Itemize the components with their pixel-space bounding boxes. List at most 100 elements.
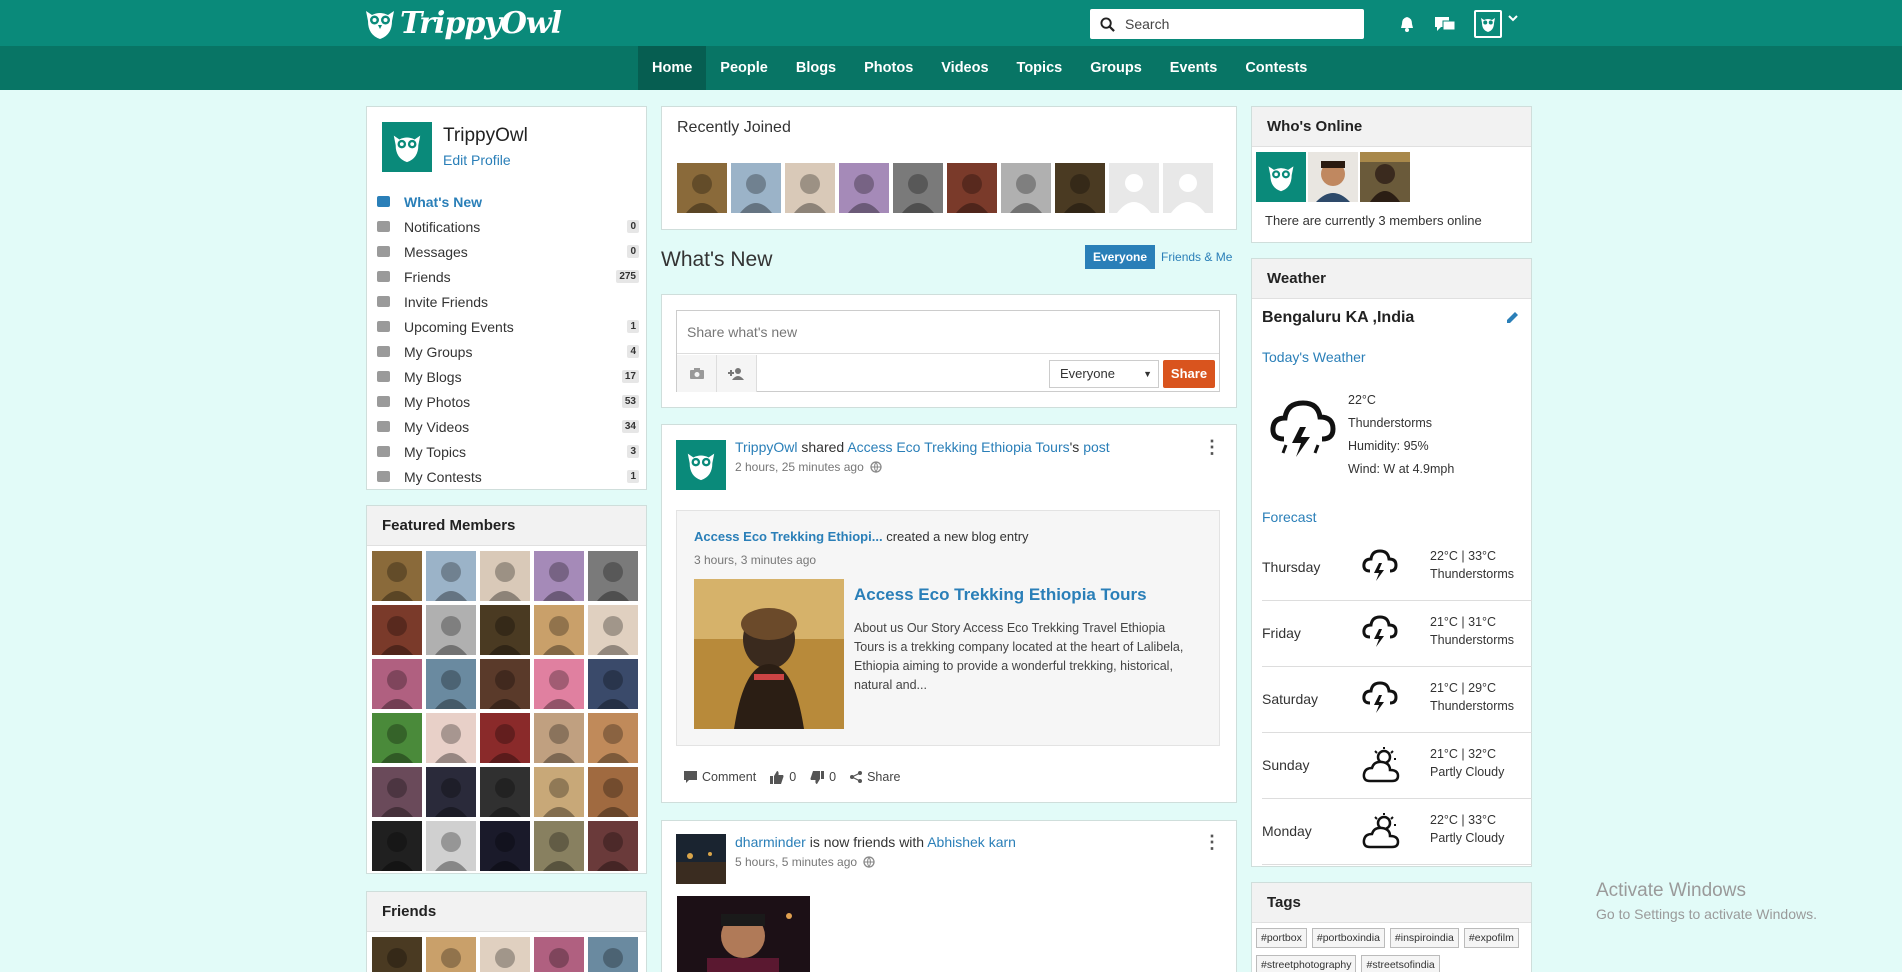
friend-avatar[interactable] [426,937,476,972]
tag-chip[interactable]: #portboxindia [1311,928,1385,948]
friend-avatar[interactable] [372,937,422,972]
activity-options-icon[interactable]: ⋮ [1203,438,1221,456]
activity-object-link[interactable]: post [1083,439,1109,455]
activity-avatar[interactable] [676,440,726,490]
nav-people[interactable]: People [706,46,782,90]
featured-member-avatar[interactable] [480,605,530,655]
featured-member-avatar[interactable] [588,821,638,871]
share-button[interactable]: Share [1163,360,1215,388]
online-member-avatar[interactable] [1256,152,1306,202]
recent-member-avatar[interactable] [1001,163,1051,213]
online-member-avatar[interactable] [1308,152,1358,202]
featured-member-avatar[interactable] [534,659,584,709]
messages-icon[interactable] [1434,15,1456,33]
bell-icon[interactable] [1398,15,1416,33]
sidebar-item-my-groups[interactable]: My Groups 4 [375,339,647,364]
sidebar-item-what-s-new[interactable]: What's New [375,189,647,214]
status-input[interactable]: Share what's new [677,311,1219,354]
featured-member-avatar[interactable] [534,821,584,871]
sidebar-item-my-blogs[interactable]: My Blogs 17 [375,364,647,389]
friend-avatar[interactable] [534,937,584,972]
featured-member-avatar[interactable] [372,659,422,709]
edit-profile-link[interactable]: Edit Profile [443,152,511,168]
featured-member-avatar[interactable] [372,713,422,763]
featured-member-avatar[interactable] [372,551,422,601]
featured-member-avatar[interactable] [588,605,638,655]
sidebar-item-invite-friends[interactable]: Invite Friends [375,289,647,314]
activity-actor-link[interactable]: TrippyOwl [735,439,798,455]
profile-avatar[interactable] [382,122,432,172]
activity-options-icon[interactable]: ⋮ [1203,833,1221,851]
sidebar-item-upcoming-events[interactable]: Upcoming Events 1 [375,314,647,339]
nav-home[interactable]: Home [638,46,707,90]
featured-member-avatar[interactable] [588,551,638,601]
tag-chip[interactable]: #expofilm [1463,928,1519,948]
nav-videos[interactable]: Videos [927,46,1002,90]
featured-member-avatar[interactable] [426,659,476,709]
chevron-down-icon[interactable] [1508,15,1518,23]
profile-name[interactable]: TrippyOwl [443,125,528,147]
featured-member-avatar[interactable] [480,713,530,763]
featured-member-avatar[interactable] [426,551,476,601]
featured-member-avatar[interactable] [588,659,638,709]
featured-member-avatar[interactable] [372,605,422,655]
tag-chip[interactable]: #streetsofindia [1361,955,1440,972]
recent-member-avatar[interactable] [947,163,997,213]
recent-member-avatar[interactable] [893,163,943,213]
user-avatar-menu[interactable] [1474,10,1502,38]
sidebar-item-notifications[interactable]: Notifications 0 [375,214,647,239]
friend-avatar[interactable] [480,937,530,972]
search-input[interactable]: Search [1090,9,1364,39]
recent-member-avatar[interactable] [1109,163,1159,213]
shared-author-link[interactable]: Access Eco Trekking Ethiopi... [694,529,883,544]
recent-member-avatar[interactable] [731,163,781,213]
nav-photos[interactable]: Photos [850,46,927,90]
privacy-select[interactable]: Everyone ▼ [1049,360,1159,388]
blog-title-link[interactable]: Access Eco Trekking Ethiopia Tours [854,585,1147,605]
sidebar-item-my-videos[interactable]: My Videos 34 [375,414,647,439]
recent-member-avatar[interactable] [1055,163,1105,213]
recent-member-avatar[interactable] [677,163,727,213]
featured-member-avatar[interactable] [534,605,584,655]
like-button[interactable]: 0 [770,770,796,784]
tag-friends-button[interactable] [717,355,757,392]
sidebar-item-friends[interactable]: Friends 275 [375,264,647,289]
featured-member-avatar[interactable] [372,821,422,871]
featured-member-avatar[interactable] [588,767,638,817]
featured-member-avatar[interactable] [480,767,530,817]
nav-groups[interactable]: Groups [1076,46,1156,90]
tag-chip[interactable]: #inspiroindia [1389,928,1459,948]
featured-member-avatar[interactable] [534,551,584,601]
activity-target-link[interactable]: Access Eco Trekking Ethiopia Tours [847,439,1069,455]
friend-avatar[interactable] [588,937,638,972]
featured-member-avatar[interactable] [480,659,530,709]
online-member-avatar[interactable] [1360,152,1410,202]
nav-events[interactable]: Events [1156,46,1232,90]
nav-contests[interactable]: Contests [1231,46,1321,90]
featured-member-avatar[interactable] [588,713,638,763]
sidebar-item-my-topics[interactable]: My Topics 3 [375,439,647,464]
featured-member-avatar[interactable] [480,551,530,601]
brand-logo[interactable]: TrippyOwl [362,4,562,42]
blog-thumbnail-image[interactable] [694,579,844,729]
featured-member-avatar[interactable] [426,605,476,655]
activity-actor-link[interactable]: dharminder [735,834,806,850]
tag-chip[interactable]: #streetphotography [1256,955,1357,972]
featured-member-avatar[interactable] [426,713,476,763]
activity-avatar[interactable] [676,834,726,884]
featured-member-avatar[interactable] [534,767,584,817]
sidebar-item-my-contests[interactable]: My Contests 1 [375,464,647,489]
share-activity-button[interactable]: Share [850,770,900,784]
recent-member-avatar[interactable] [785,163,835,213]
activity-target-link[interactable]: Abhishek karn [927,834,1016,850]
sidebar-item-my-photos[interactable]: My Photos 53 [375,389,647,414]
filter-everyone-tab[interactable]: Everyone [1085,245,1156,269]
nav-topics[interactable]: Topics [1003,46,1077,90]
comment-button[interactable]: Comment [684,770,756,784]
friend-photo-image[interactable] [677,896,810,972]
featured-member-avatar[interactable] [480,821,530,871]
dislike-button[interactable]: 0 [810,770,836,784]
add-photo-button[interactable] [677,355,717,392]
featured-member-avatar[interactable] [426,821,476,871]
featured-member-avatar[interactable] [372,767,422,817]
